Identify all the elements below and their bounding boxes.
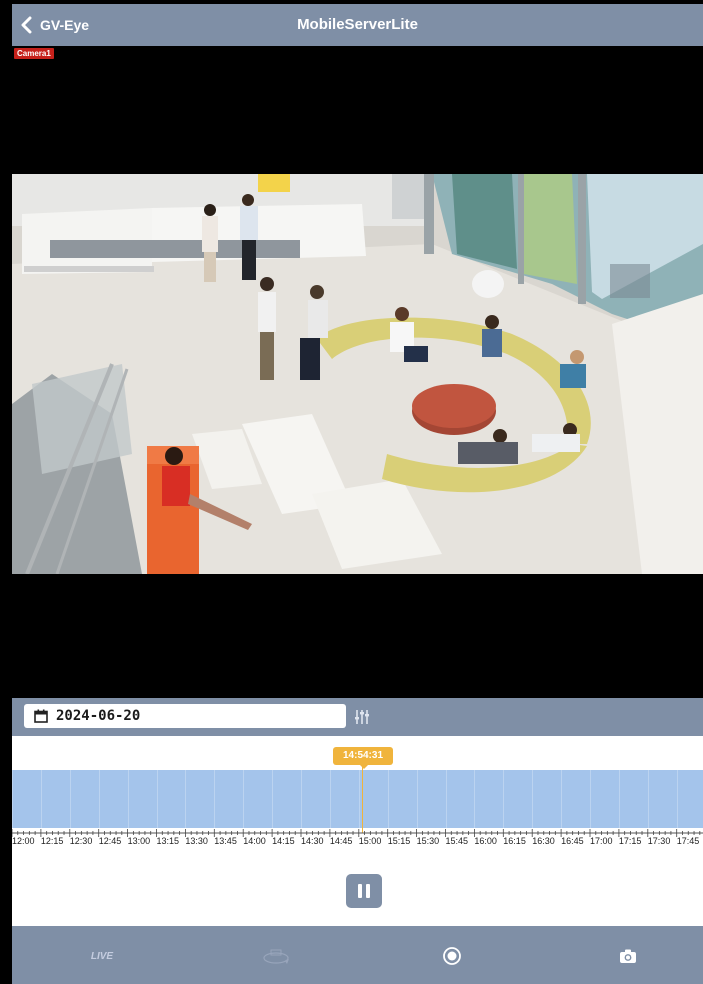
band-separator [329, 770, 331, 828]
tick-label: 13:15 [156, 836, 180, 846]
chevron-left-icon [21, 16, 32, 34]
playback-timeline[interactable]: 14:54:31 12:00 12:15 12:30 12:45 13:00 13:15 1… [12, 736, 703, 926]
record-icon [443, 947, 461, 965]
pause-button[interactable] [346, 874, 382, 908]
snapshot-button[interactable] [616, 944, 640, 968]
video-viewport[interactable]: Camera1 [12, 46, 703, 698]
rotate-360-icon [263, 949, 289, 964]
calendar-icon [34, 709, 48, 723]
tick-label: 14:45 [329, 836, 353, 846]
back-button[interactable]: GV-Eye [20, 14, 89, 36]
timeline-cursor[interactable] [362, 765, 363, 833]
band-separator [387, 770, 389, 828]
band-separator [358, 770, 360, 828]
tick-label: 17:15 [618, 836, 642, 846]
band-separator [69, 770, 71, 828]
filter-sliders-icon[interactable] [354, 708, 370, 726]
pause-icon-bar-right [366, 884, 370, 898]
tick-label: 13:00 [127, 836, 151, 846]
band-separator [40, 770, 42, 828]
tick-label: 15:15 [387, 836, 411, 846]
page-title: MobileServerLite [297, 16, 418, 33]
band-separator [590, 770, 591, 828]
band-separator [561, 770, 563, 828]
band-separator [301, 770, 302, 828]
tick-label: 12:30 [69, 836, 93, 846]
recording-band[interactable] [12, 770, 703, 828]
band-separator [416, 770, 418, 828]
tick-label: 17:30 [647, 836, 671, 846]
band-separator [243, 770, 245, 828]
band-separator [474, 770, 476, 828]
tick-label: 12:15 [40, 836, 64, 846]
tick-label: 17:00 [590, 836, 613, 846]
band-separator [98, 770, 100, 828]
selected-date: 2024-06-20 [56, 708, 141, 724]
band-separator [503, 770, 505, 828]
band-separator [618, 770, 620, 828]
band-separator [127, 770, 129, 828]
live-button[interactable]: LIVE [72, 944, 132, 968]
tick-label: 12:45 [98, 836, 122, 846]
band-separator [272, 770, 274, 828]
band-separator [676, 770, 678, 828]
tick-label: 12:00 [12, 836, 35, 846]
tick-label: 16:15 [503, 836, 526, 846]
tick-label: 13:30 [185, 836, 208, 846]
tick-label: 15:30 [416, 836, 440, 846]
band-separator [12, 770, 13, 828]
date-selector-bar: 2024-06-20 [12, 698, 703, 736]
tick-label: 17:45 [676, 836, 700, 846]
current-time-marker: 14:54:31 [333, 747, 393, 769]
tick-label: 14:15 [272, 836, 295, 846]
top-nav-bar: GV-Eye MobileServerLite [12, 4, 703, 46]
timeline-tick-labels: 12:00 12:15 12:30 12:45 13:00 13:15 13:30 13:45… [12, 836, 703, 850]
bottom-toolbar: LIVE [12, 926, 703, 984]
band-separator [532, 770, 534, 828]
tick-label: 16:00 [474, 836, 497, 846]
tick-label: 15:00 [358, 836, 382, 846]
camera-label-badge: Camera1 [14, 48, 54, 59]
tick-label: 16:30 [532, 836, 555, 846]
pause-icon-bar-left [358, 884, 362, 898]
camera-icon [620, 949, 636, 963]
tick-label: 15:45 [445, 836, 469, 846]
band-separator [647, 770, 649, 828]
camera-video-frame [12, 174, 703, 574]
view-360-button[interactable] [260, 944, 292, 968]
app-frame: GV-Eye MobileServerLite Camera1 2024-06-… [12, 4, 703, 984]
band-separator [156, 770, 158, 828]
tick-label: 14:30 [301, 836, 324, 846]
band-separator [445, 770, 447, 828]
record-button[interactable] [440, 944, 464, 968]
tick-label: 14:00 [243, 836, 266, 846]
band-separator [185, 770, 187, 828]
band-separator [214, 770, 216, 828]
date-picker-field[interactable]: 2024-06-20 [24, 704, 346, 728]
tick-label: 16:45 [561, 836, 584, 846]
back-button-label: GV-Eye [40, 17, 90, 33]
tick-label: 13:45 [214, 836, 237, 846]
